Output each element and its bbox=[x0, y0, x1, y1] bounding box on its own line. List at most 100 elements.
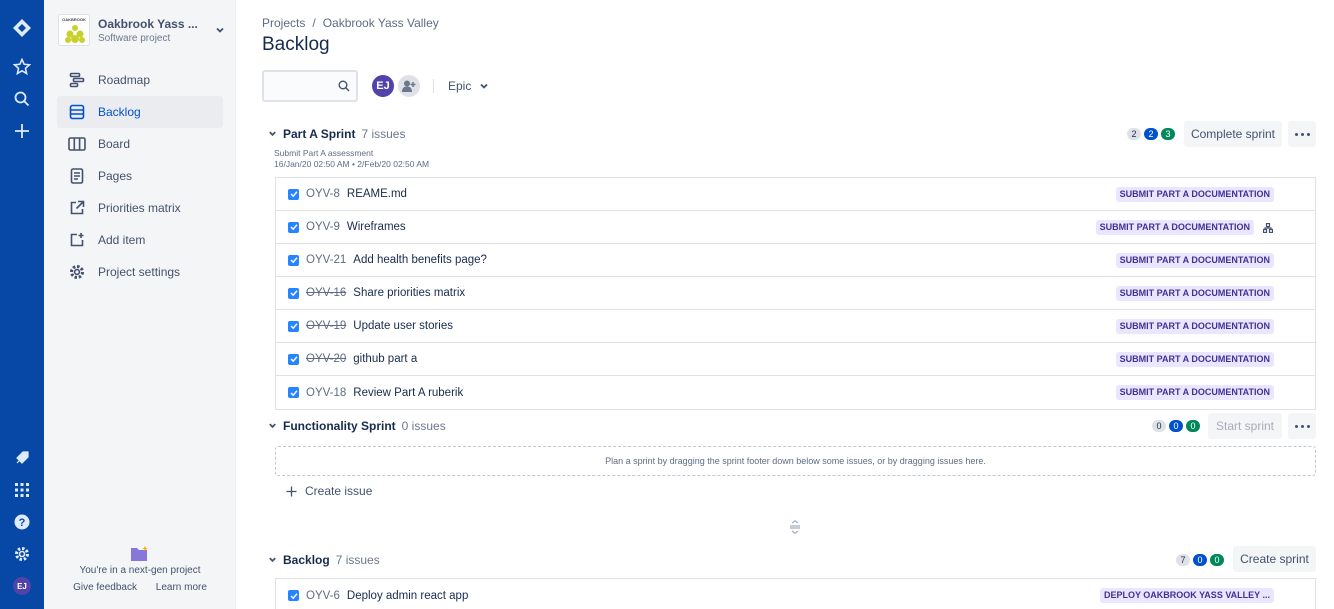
search-icon bbox=[338, 80, 350, 95]
checkbox-icon bbox=[288, 353, 299, 365]
status-badge-todo: 0 bbox=[1152, 420, 1166, 432]
drag-handle-icon[interactable] bbox=[789, 520, 801, 537]
issue-summary: github part a bbox=[353, 353, 418, 365]
issue-key[interactable]: OYV-21 bbox=[306, 254, 346, 266]
sidebar-item-project-settings[interactable]: Project settings bbox=[57, 256, 223, 288]
issue-summary: Update user stories bbox=[353, 320, 453, 332]
checkbox-icon bbox=[288, 221, 299, 233]
chevron-down-icon[interactable] bbox=[268, 419, 277, 433]
chevron-down-icon[interactable] bbox=[268, 127, 277, 141]
list-item[interactable]: OYV-6 Deploy admin react app DEPLOY OAKB… bbox=[276, 579, 1315, 609]
sprint-status-badges: 2 2 3 bbox=[1124, 128, 1175, 140]
sidebar-item-roadmap[interactable]: Roadmap bbox=[57, 64, 223, 96]
issue-key[interactable]: OYV-9 bbox=[306, 221, 340, 233]
issue-key[interactable]: OYV-16 bbox=[306, 287, 346, 299]
breadcrumb: Projects / Oakbrook Yass Valley bbox=[262, 16, 439, 30]
list-item[interactable]: OYV-21 Add health benefits page? SUBMIT … bbox=[276, 244, 1315, 277]
next-gen-footer: You're in a next-gen project Give feedba… bbox=[44, 529, 236, 609]
sidebar-item-priorities-matrix[interactable]: Priorities matrix bbox=[57, 192, 223, 224]
add-item-icon bbox=[67, 232, 87, 248]
sidebar-item-add-item[interactable]: Add item bbox=[57, 224, 223, 256]
folder-icon bbox=[131, 546, 148, 561]
more-icon[interactable] bbox=[1288, 413, 1316, 439]
star-icon[interactable] bbox=[0, 53, 44, 81]
chevron-down-icon[interactable] bbox=[268, 553, 277, 567]
avatar-filter[interactable]: EJ bbox=[370, 73, 396, 99]
status-badge-in-progress: 0 bbox=[1193, 554, 1207, 566]
more-icon[interactable] bbox=[1288, 121, 1316, 147]
backlog-header[interactable]: Backlog 7 issues bbox=[268, 553, 380, 567]
sprint-header-functionality[interactable]: Functionality Sprint 0 issues bbox=[268, 419, 446, 433]
sidebar-item-pages[interactable]: Pages bbox=[57, 160, 223, 192]
checkbox-icon bbox=[288, 387, 299, 398]
toolbar-divider bbox=[433, 79, 434, 93]
sprint-header-part-a[interactable]: Part A Sprint 7 issues bbox=[268, 127, 405, 141]
breadcrumb-project[interactable]: Oakbrook Yass Valley bbox=[323, 16, 439, 30]
issue-summary: Wireframes bbox=[346, 221, 406, 233]
board-icon bbox=[67, 137, 87, 151]
search-icon[interactable] bbox=[0, 85, 44, 113]
checkbox-icon bbox=[288, 287, 299, 299]
settings-icon[interactable] bbox=[0, 540, 44, 568]
epic-label: SUBMIT PART A DOCUMENTATION bbox=[1115, 319, 1274, 334]
project-switcher[interactable]: OAKBROOK Oakbrook Yass ... Software proj… bbox=[58, 12, 228, 48]
sidebar-item-board[interactable]: Board bbox=[57, 128, 223, 160]
issue-summary: Deploy admin react app bbox=[346, 589, 469, 602]
epic-label: SUBMIT PART A DOCUMENTATION bbox=[1095, 220, 1254, 235]
main-content: Projects / Oakbrook Yass Valley Backlog EJ… bbox=[236, 0, 1334, 609]
roadmap-icon bbox=[67, 72, 87, 88]
jira-logo-icon[interactable] bbox=[0, 14, 44, 42]
epic-label: SUBMIT PART A DOCUMENTATION bbox=[1115, 286, 1274, 301]
svg-text:?: ? bbox=[19, 517, 26, 529]
backlog-status-badges: 7 0 0 bbox=[1173, 554, 1224, 566]
chevron-down-icon[interactable] bbox=[212, 25, 228, 35]
list-item[interactable]: OYV-16 Share priorities matrix SUBMIT PA… bbox=[276, 277, 1315, 310]
apps-icon[interactable] bbox=[0, 476, 44, 504]
checkbox-icon bbox=[288, 320, 299, 332]
search-input[interactable] bbox=[262, 70, 358, 102]
epic-label: SUBMIT PART A DOCUMENTATION bbox=[1115, 187, 1274, 202]
subtask-icon bbox=[1262, 222, 1274, 236]
help-icon[interactable]: ? bbox=[0, 508, 44, 536]
issue-key[interactable]: OYV-18 bbox=[306, 387, 346, 399]
add-people-icon[interactable] bbox=[396, 73, 422, 99]
list-item[interactable]: OYV-8 REAME.md SUBMIT PART A DOCUMENTATI… bbox=[276, 178, 1315, 211]
epic-filter-dropdown[interactable]: Epic bbox=[448, 79, 489, 93]
chevron-down-icon bbox=[480, 83, 488, 89]
issue-summary: Add health benefits page? bbox=[353, 254, 487, 266]
list-item[interactable]: OYV-18 Review Part A ruberik SUBMIT PART… bbox=[276, 376, 1315, 409]
list-item[interactable]: OYV-20 github part a SUBMIT PART A DOCUM… bbox=[276, 343, 1315, 376]
issue-key[interactable]: OYV-19 bbox=[306, 320, 346, 332]
list-item[interactable]: OYV-9 Wireframes SUBMIT PART A DOCUMENTA… bbox=[276, 211, 1315, 244]
sidebar-item-backlog[interactable]: Backlog bbox=[57, 96, 223, 128]
give-feedback-link[interactable]: Give feedback bbox=[73, 582, 137, 593]
plus-icon[interactable] bbox=[0, 117, 44, 145]
epic-label: SUBMIT PART A DOCUMENTATION bbox=[1115, 385, 1274, 400]
backlog-icon bbox=[67, 104, 87, 120]
sprint-drop-zone[interactable]: Plan a sprint by dragging the sprint foo… bbox=[275, 446, 1316, 476]
next-gen-text: You're in a next-gen project bbox=[79, 565, 201, 576]
breadcrumb-projects[interactable]: Projects bbox=[262, 16, 305, 30]
learn-more-link[interactable]: Learn more bbox=[156, 582, 207, 593]
issue-key[interactable]: OYV-8 bbox=[306, 188, 340, 200]
checkbox-icon bbox=[288, 254, 299, 266]
epic-label: DEPLOY OAKBROOK YASS VALLEY ... bbox=[1099, 588, 1274, 603]
backlog-issue-list: OYV-6 Deploy admin react app DEPLOY OAKB… bbox=[275, 578, 1316, 609]
start-sprint-button[interactable]: Start sprint bbox=[1208, 413, 1282, 439]
create-issue-button[interactable]: Create issue bbox=[286, 484, 372, 498]
create-sprint-button[interactable]: Create sprint bbox=[1233, 546, 1316, 572]
issue-key[interactable]: OYV-6 bbox=[306, 590, 340, 602]
user-avatar[interactable]: EJ bbox=[0, 572, 44, 600]
global-nav: ? EJ bbox=[0, 0, 44, 609]
status-badge-done: 0 bbox=[1210, 554, 1224, 566]
epic-label: SUBMIT PART A DOCUMENTATION bbox=[1115, 253, 1274, 268]
page-title: Backlog bbox=[262, 34, 330, 55]
issue-summary: Review Part A ruberik bbox=[353, 386, 464, 399]
complete-sprint-button[interactable]: Complete sprint bbox=[1184, 121, 1282, 147]
issue-key[interactable]: OYV-20 bbox=[306, 353, 346, 365]
rocket-icon[interactable] bbox=[0, 444, 44, 472]
project-name: Oakbrook Yass ... bbox=[98, 16, 198, 31]
status-badge-in-progress: 2 bbox=[1144, 128, 1158, 140]
status-badge-done: 0 bbox=[1186, 420, 1200, 432]
list-item[interactable]: OYV-19 Update user stories SUBMIT PART A… bbox=[276, 310, 1315, 343]
